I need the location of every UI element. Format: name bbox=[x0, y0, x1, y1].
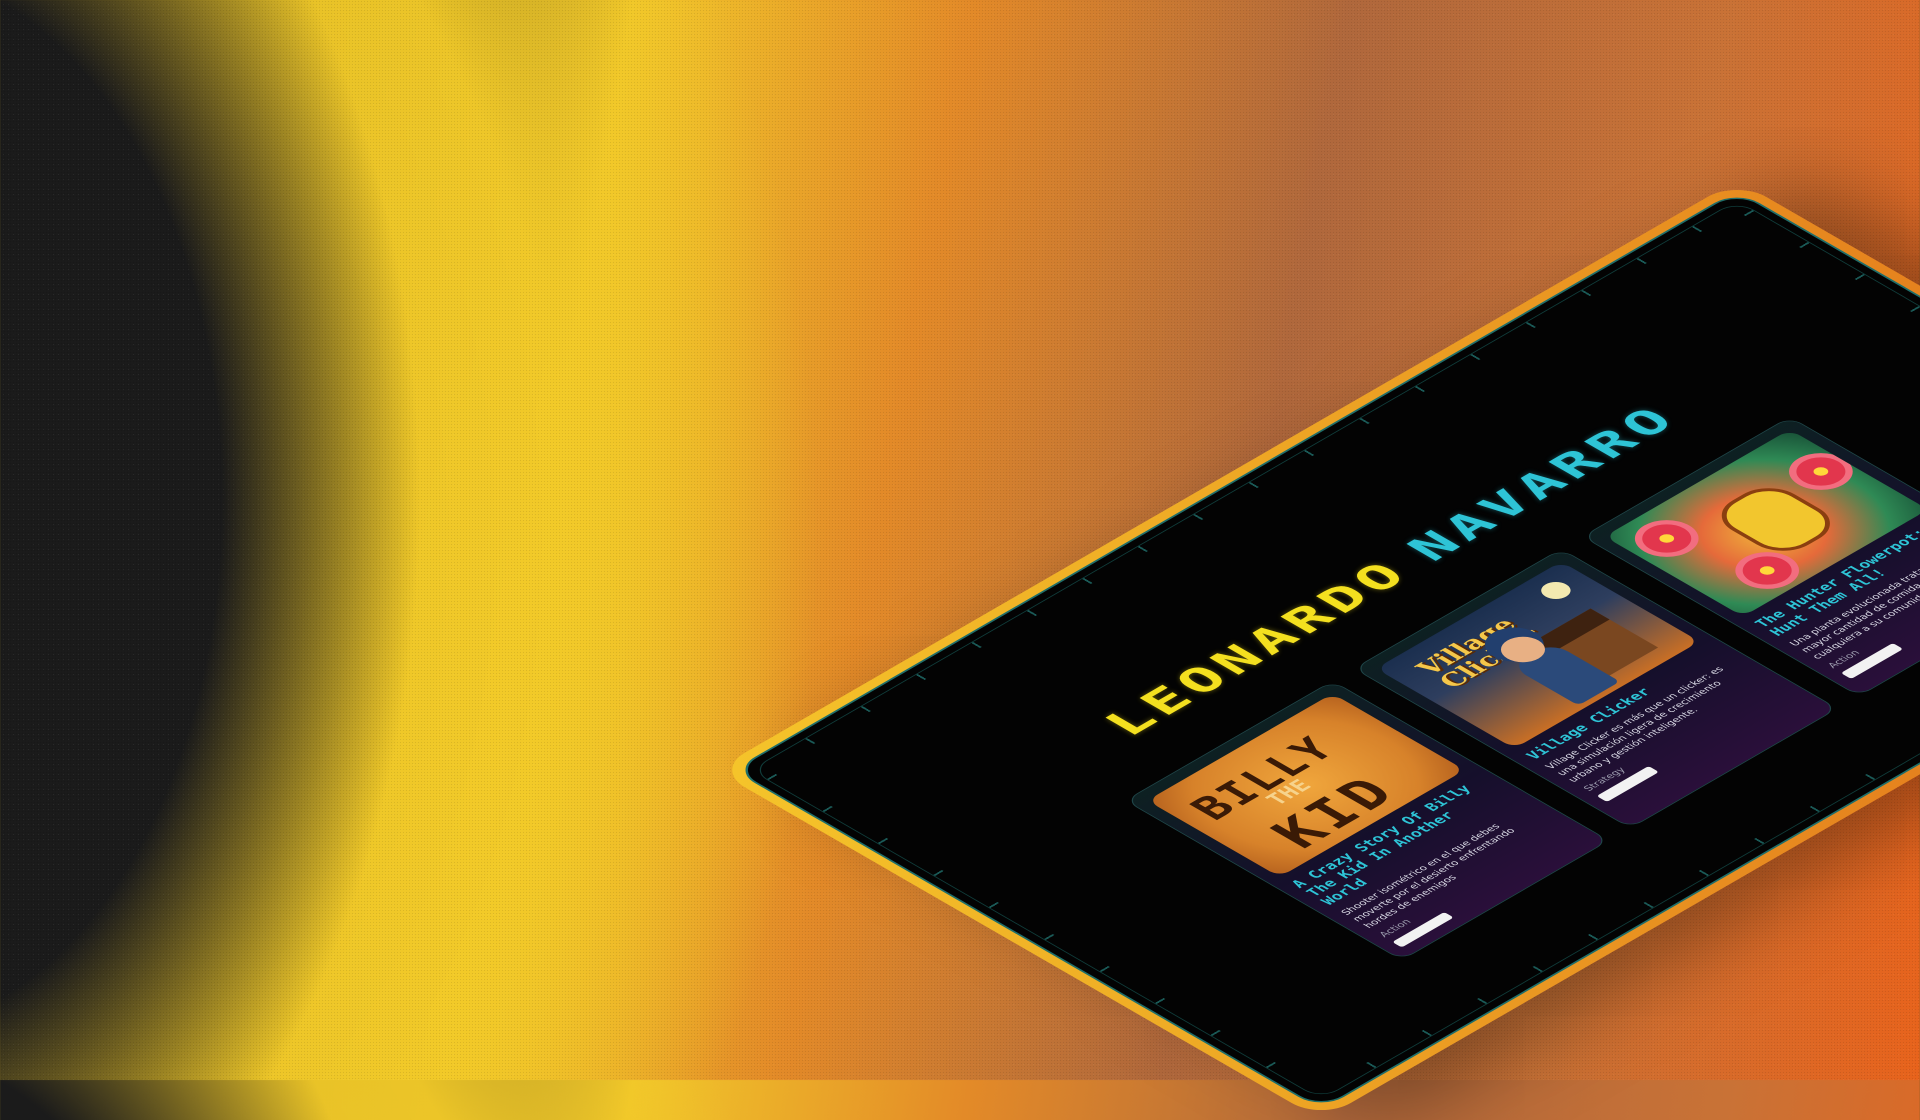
flowerpot-character bbox=[1706, 479, 1846, 560]
flower-icon bbox=[1732, 550, 1802, 591]
device-mockup: LEONARDO NAVARRO BILLY THE KID A Crazy S… bbox=[715, 180, 1920, 1120]
scene: LEONARDO NAVARRO BILLY THE KID A Crazy S… bbox=[0, 0, 1920, 1120]
device-screen: LEONARDO NAVARRO BILLY THE KID A Crazy S… bbox=[732, 190, 1920, 1110]
moon-icon bbox=[1535, 578, 1577, 603]
flower-icon bbox=[1632, 518, 1702, 559]
flower-icon bbox=[1786, 451, 1856, 492]
